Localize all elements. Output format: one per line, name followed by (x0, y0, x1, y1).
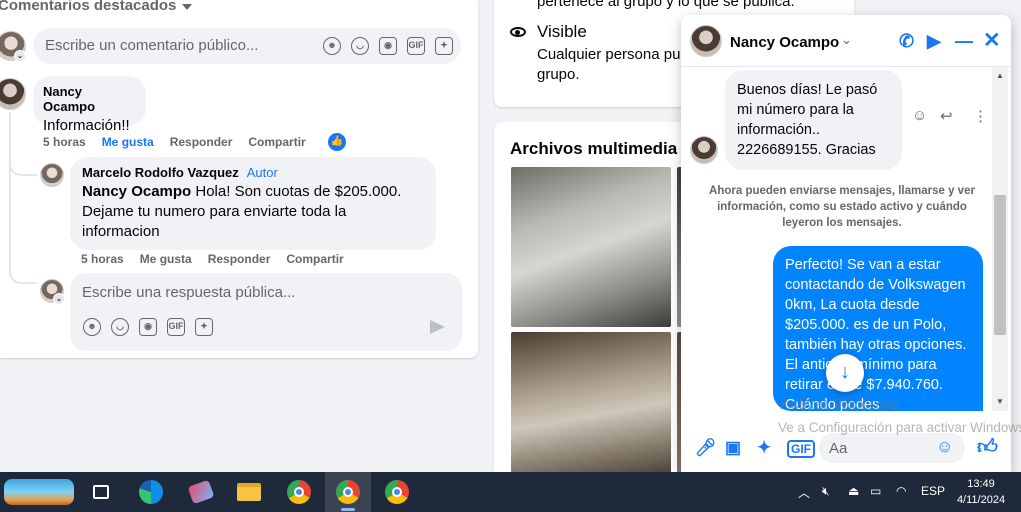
scroll-down-icon[interactable]: ↓ (826, 354, 864, 392)
task-view-icon[interactable] (78, 472, 124, 512)
like-button[interactable]: Me gusta (102, 135, 154, 149)
reply-author[interactable]: Marcelo Rodolfo Vazquez Autor (82, 165, 424, 180)
chat-scrollbar[interactable]: ▲ ▼ (992, 67, 1008, 411)
media-title[interactable]: Archivos multimedia re (510, 139, 698, 159)
sort-label: Comentarios destacados (0, 0, 177, 14)
sticker-icon[interactable]: ✦ (757, 438, 771, 458)
reply-bubble: Marcelo Rodolfo Vazquez Autor Nancy Ocamp… (70, 157, 436, 250)
send-icon[interactable] (430, 320, 445, 334)
windows-taskbar: ︿ 🔇︎ ⏏ ▭ ◠ ESP 13:49 4/11/2024 (0, 472, 1021, 512)
media-photo-car-front[interactable] (511, 167, 671, 327)
scroll-thumb[interactable] (994, 195, 1006, 335)
incoming-message: Buenos días! Le pasó mi número para la i… (725, 70, 902, 170)
gif-icon[interactable]: GIF (167, 318, 185, 336)
comment-author[interactable]: Nancy Ocampo (43, 84, 136, 114)
show-hidden-icons-icon[interactable]: ︿ (798, 484, 810, 501)
caret-down-icon (182, 4, 193, 10)
battery-icon[interactable]: ▭ (870, 484, 881, 498)
author-avatar[interactable] (40, 163, 64, 187)
emoji-icon[interactable]: ☻ (323, 37, 341, 55)
eye-icon (510, 27, 526, 37)
activation-watermark-title: Activar Windows (780, 396, 899, 413)
message-sender-avatar[interactable] (690, 136, 718, 164)
mention[interactable]: Nancy Ocampo (82, 183, 191, 200)
widgets-weather-icon[interactable] (0, 472, 78, 512)
sticker-icon[interactable]: ✦ (195, 318, 213, 336)
language-indicator[interactable]: ESP (921, 484, 945, 498)
chat-info-notice: Ahora pueden enviarse mensajes, llamarse… (709, 185, 975, 229)
edge-icon[interactable] (128, 472, 174, 512)
reply-button[interactable]: Responder (170, 135, 233, 149)
comment-actions: 5 horas Me gusta Responder Compartir 👍 (43, 133, 346, 151)
react-icon[interactable]: ☺ (912, 107, 927, 124)
activation-watermark-text: Ve a Configuración para activar Windows. (778, 420, 1021, 435)
smiley-icon[interactable]: ◡ (111, 318, 129, 336)
comment-time[interactable]: 5 horas (43, 135, 86, 149)
chrome-active-icon[interactable] (325, 472, 371, 512)
commenter-avatar[interactable] (0, 78, 26, 110)
reply-actions: 5 horas Me gusta Responder Compartir (81, 252, 344, 266)
thread-line (9, 112, 11, 272)
chevron-down-icon[interactable]: ⌄ (841, 32, 852, 48)
reply-share-button[interactable]: Compartir (286, 252, 343, 266)
post-comments-panel: Comentarios destacados ⌄ Escribe un come… (0, 0, 478, 358)
avatar-dropdown-icon[interactable]: ⌄ (14, 50, 26, 62)
minimize-icon[interactable]: — (955, 31, 973, 51)
reply-input[interactable]: Escribe una respuesta pública... ☻ ◡ ◉ G… (70, 273, 462, 351)
visible-title: Visible (537, 22, 587, 41)
app-icon[interactable] (178, 472, 224, 512)
reply-author-name[interactable]: Marcelo Rodolfo Vazquez (82, 165, 239, 180)
reply-like-button[interactable]: Me gusta (140, 252, 192, 266)
scroll-up-icon[interactable]: ▲ (996, 71, 1004, 80)
reply-time[interactable]: 5 horas (81, 252, 124, 266)
usb-icon[interactable]: ⏏ (848, 484, 859, 498)
comment-placeholder: Escribe un comentario público... (45, 37, 259, 54)
gif-icon[interactable]: GIF (407, 37, 425, 55)
reply-reply-button[interactable]: Responder (208, 252, 271, 266)
media-photo-car-interior[interactable] (511, 332, 671, 482)
chat-header: Nancy Ocampo ⌄ ✆ ▶ — ✕ (681, 15, 1011, 67)
comment-bubble: Nancy Ocampo Información!! (33, 76, 146, 134)
close-icon[interactable]: ✕ (983, 30, 1001, 51)
gif-icon[interactable]: GIF (787, 440, 815, 458)
thumbs-up-icon[interactable]: 👍 (327, 133, 346, 151)
volume-muted-icon[interactable]: 🔇︎ (822, 484, 830, 499)
reply-text: Nancy Ocampo Hola! Son cuotas de $205.00… (82, 182, 424, 242)
share-button[interactable]: Compartir (248, 135, 305, 149)
sticker-icon[interactable]: ✦ (435, 37, 453, 55)
chrome-profile-icon[interactable] (374, 472, 420, 512)
thread-connector (9, 272, 37, 284)
clock-date: 4/11/2024 (956, 494, 1006, 506)
comment-sort-dropdown[interactable]: Comentarios destacados (0, 0, 193, 14)
smiley-icon[interactable]: ◡ (351, 37, 369, 55)
reply-arrow-icon[interactable]: ↩ (940, 107, 953, 125)
clock-time: 13:49 (967, 478, 995, 490)
file-explorer-icon[interactable] (226, 472, 272, 512)
camera-icon[interactable]: ◉ (139, 318, 157, 336)
image-icon[interactable]: ▣ (725, 438, 741, 458)
thumbs-up-icon[interactable]: 👍︎ (977, 435, 998, 459)
video-call-icon[interactable]: ▶ (927, 31, 941, 51)
thread-connector (9, 158, 37, 176)
author-badge: Autor (246, 165, 278, 180)
contact-name[interactable]: Nancy Ocampo (730, 34, 839, 51)
phone-icon[interactable]: ✆ (899, 31, 914, 51)
microphone-icon[interactable]: 🎤︎ (695, 438, 717, 458)
group-info-text: pertenece al grupo y lo que se publica. (537, 0, 795, 10)
reply-placeholder: Escribe una respuesta pública... (82, 284, 296, 301)
message-placeholder: Aa (829, 440, 848, 457)
camera-icon[interactable]: ◉ (379, 37, 397, 55)
wifi-icon[interactable]: ◠ (896, 484, 906, 498)
outgoing-message: Perfecto! Se van a estar contactando de … (773, 246, 983, 411)
emoji-icon[interactable]: ☺ (936, 437, 953, 457)
avatar-dropdown-icon[interactable]: ⌄ (53, 293, 65, 305)
visible-desc: Cualquier persona pue grupo. (537, 46, 689, 83)
scroll-down-arrow-icon[interactable]: ▼ (996, 397, 1004, 406)
system-clock[interactable]: 13:49 4/11/2024 (950, 476, 1012, 508)
emoji-icon[interactable]: ☻ (83, 318, 101, 336)
chrome-icon[interactable] (276, 472, 322, 512)
contact-avatar[interactable] (690, 25, 722, 57)
more-options-icon[interactable]: ⋮ (973, 107, 988, 125)
